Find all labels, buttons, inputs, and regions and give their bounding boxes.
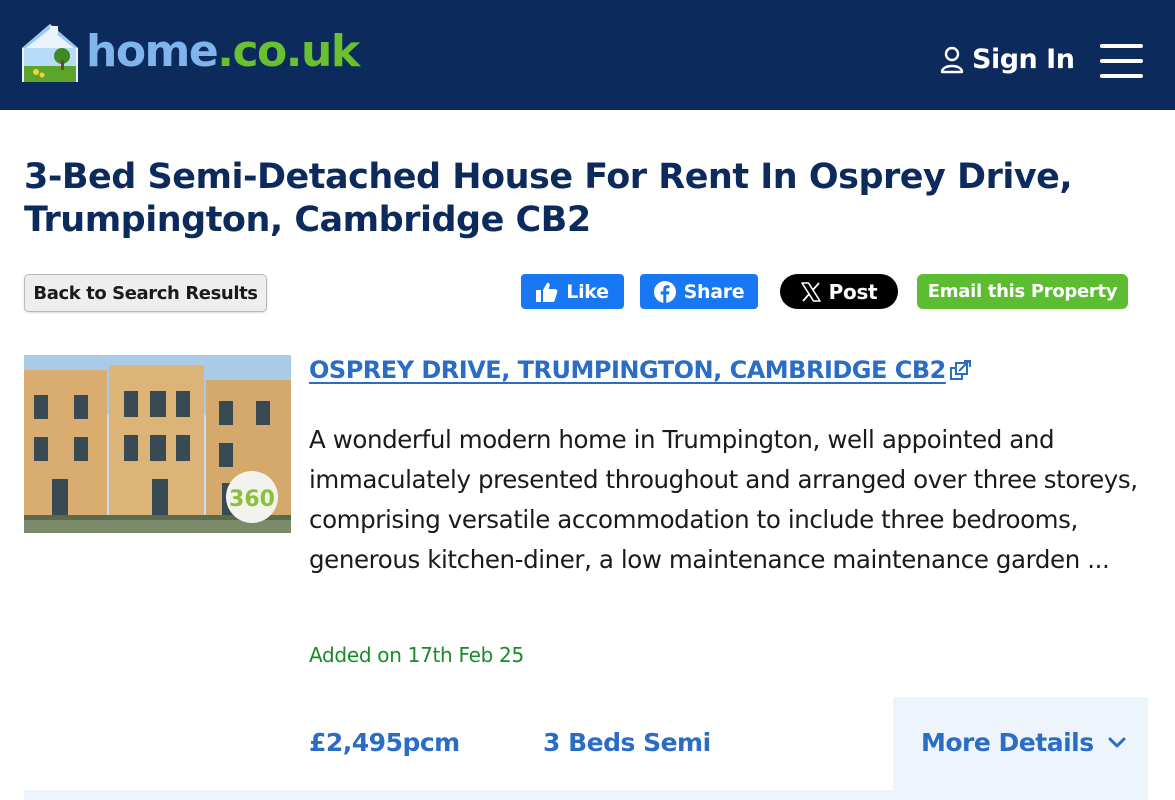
like-label: Like bbox=[566, 280, 609, 303]
facebook-like-button[interactable]: Like bbox=[521, 274, 624, 309]
share-label: Share bbox=[683, 280, 745, 303]
thumbs-up-icon bbox=[536, 282, 558, 302]
site-logo[interactable]: home.co.uk bbox=[22, 20, 360, 84]
property-beds: 3 Beds Semi bbox=[543, 728, 711, 757]
facebook-share-button[interactable]: Share bbox=[640, 274, 758, 309]
back-to-search-button[interactable]: Back to Search Results bbox=[24, 274, 267, 312]
more-details-label: More Details bbox=[921, 728, 1094, 757]
more-details-button[interactable]: More Details bbox=[893, 697, 1148, 800]
chevron-down-icon bbox=[1108, 737, 1126, 748]
hamburger-menu-icon[interactable] bbox=[1100, 44, 1144, 80]
external-link-icon bbox=[949, 360, 971, 380]
logo-wordmark: home.co.uk bbox=[86, 30, 360, 74]
property-price: £2,495pcm bbox=[309, 728, 460, 757]
x-logo-icon bbox=[800, 281, 821, 302]
property-thumbnail[interactable]: 360 bbox=[24, 355, 291, 533]
sign-in-label: Sign In bbox=[972, 44, 1075, 75]
facebook-icon bbox=[653, 280, 676, 303]
property-description: A wonderful modern home in Trumpington, … bbox=[309, 425, 1138, 574]
logo-home-text: home bbox=[86, 26, 219, 77]
property-address-link[interactable]: OSPREY DRIVE, TRUMPINGTON, CAMBRIDGE CB2 bbox=[309, 356, 972, 384]
x-post-button[interactable]: Post bbox=[780, 274, 898, 309]
house-logo-icon bbox=[22, 22, 78, 82]
property-address: OSPREY DRIVE, TRUMPINGTON, CAMBRIDGE CB2 bbox=[309, 356, 946, 384]
user-icon bbox=[940, 46, 964, 73]
email-property-button[interactable]: Email this Property bbox=[917, 274, 1128, 309]
listing-footer-strip bbox=[24, 790, 1148, 800]
post-label: Post bbox=[828, 279, 878, 304]
site-header: home.co.uk Sign In bbox=[0, 0, 1175, 110]
added-date: Added on 17th Feb 25 bbox=[309, 643, 524, 667]
tour-360-badge: 360 bbox=[229, 487, 275, 512]
sign-in-link[interactable]: Sign In bbox=[940, 44, 1075, 75]
page-title: 3-Bed Semi-Detached House For Rent In Os… bbox=[24, 157, 1073, 240]
logo-domain-text: .co.uk bbox=[217, 26, 360, 77]
